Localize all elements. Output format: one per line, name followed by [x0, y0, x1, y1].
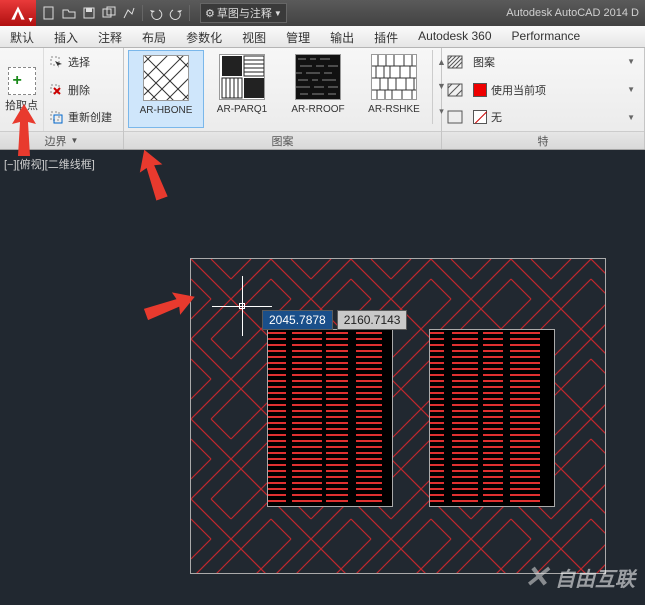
viewport-label[interactable]: [−][俯视][二维线框] [4, 156, 95, 172]
hatch-color-combo[interactable]: 使用当前项▼ [468, 80, 640, 100]
hatched-rect-1 [267, 329, 393, 507]
tab-autodesk360[interactable]: Autodesk 360 [408, 26, 501, 47]
tab-layout[interactable]: 布局 [132, 26, 176, 47]
panel-properties-title[interactable]: 特 [442, 131, 644, 149]
delete-icon [48, 82, 64, 98]
workspace-combo[interactable]: ⚙ 草图与注释 ▼ [200, 3, 287, 23]
tab-annotate[interactable]: 注释 [88, 26, 132, 47]
tab-parametric[interactable]: 参数化 [176, 26, 232, 47]
qat-new-icon[interactable] [40, 4, 58, 22]
tab-default[interactable]: 默认 [0, 26, 44, 47]
workspace-label: 草图与注释 [217, 5, 272, 21]
parq1-thumb-icon [219, 54, 265, 100]
chevron-down-icon: ▼ [71, 136, 79, 145]
app-logo[interactable]: ▼ [0, 0, 36, 26]
tab-performance[interactable]: Performance [502, 26, 591, 47]
quick-access-toolbar [36, 4, 196, 22]
chevron-down-icon: ▼ [627, 85, 635, 94]
qat-saveas-icon[interactable] [100, 4, 118, 22]
chevron-down-icon: ▼ [274, 9, 282, 18]
gear-icon: ⚙ [205, 7, 215, 20]
tab-plugins[interactable]: 插件 [364, 26, 408, 47]
qat-redo-icon[interactable] [167, 4, 185, 22]
pattern-swatch-ar-rroof[interactable]: AR-RROOF [280, 50, 356, 128]
pick-points-button[interactable]: + 拾取点 [0, 48, 44, 131]
panel-boundary: + 拾取点 选择 删除 重新创建 边界▼ [0, 48, 124, 149]
drawing-canvas[interactable]: [−][俯视][二维线框] 2045.7878 2160.7143 ✕ [0, 150, 645, 605]
hatch-color-icon [446, 82, 464, 98]
coord-x-input[interactable]: 2045.7878 [262, 310, 333, 330]
qat-open-icon[interactable] [60, 4, 78, 22]
recreate-icon [48, 109, 64, 125]
app-menu-chevron-icon: ▼ [27, 17, 34, 24]
pick-points-label: 拾取点 [5, 97, 38, 113]
tab-view[interactable]: 视图 [232, 26, 276, 47]
pattern-swatch-ar-hbone[interactable]: AR-HBONE [128, 50, 204, 128]
rroof-thumb-icon [295, 54, 341, 100]
watermark: ✕ 自由互联 [524, 560, 635, 595]
color-swatch-none-icon [473, 110, 487, 124]
watermark-x-icon: ✕ [524, 560, 549, 595]
hbone-thumb-icon [143, 55, 189, 101]
hatch-type-icon [446, 54, 464, 70]
chevron-down-icon: ▼ [627, 57, 635, 66]
hatched-rect-2 [429, 329, 555, 507]
hatch-type-combo[interactable]: 图案▼ [468, 52, 640, 72]
hatch-bg-icon [446, 109, 464, 125]
hatch-boundary-rect [190, 258, 606, 574]
coordinate-input: 2045.7878 2160.7143 [262, 310, 407, 330]
coord-y-input[interactable]: 2160.7143 [337, 310, 408, 330]
panel-boundary-title[interactable]: 边界▼ [0, 131, 123, 149]
recreate-boundary-button[interactable]: 重新创建 [44, 103, 123, 131]
chevron-down-icon: ▼ [627, 113, 635, 122]
tab-manage[interactable]: 管理 [276, 26, 320, 47]
window-title: Autodesk AutoCAD 2014 D [506, 7, 639, 19]
panel-pattern: AR-HBONE AR-PARQ1 AR-RROOF AR-RSHKE ▲ ▼ [124, 48, 442, 149]
rshke-thumb-icon [371, 54, 417, 100]
qat-undo-icon[interactable] [147, 4, 165, 22]
tab-output[interactable]: 输出 [320, 26, 364, 47]
select-boundary-button[interactable]: 选择 [44, 48, 123, 76]
panel-pattern-title[interactable]: 图案 [124, 131, 441, 149]
pick-points-icon: + [8, 67, 36, 95]
delete-boundary-button[interactable]: 删除 [44, 76, 123, 104]
qat-plot-icon[interactable] [120, 4, 138, 22]
color-swatch-red-icon [473, 83, 487, 97]
pattern-swatch-ar-parq1[interactable]: AR-PARQ1 [204, 50, 280, 128]
menubar: 默认 插入 注释 布局 参数化 视图 管理 输出 插件 Autodesk 360… [0, 26, 645, 48]
hatch-bg-combo[interactable]: 无▼ [468, 107, 640, 127]
tab-insert[interactable]: 插入 [44, 26, 88, 47]
select-icon [48, 54, 64, 70]
panel-properties: 图案▼ 使用当前项▼ 无▼ 特 [442, 48, 645, 149]
pattern-swatch-ar-rshke[interactable]: AR-RSHKE [356, 50, 432, 128]
qat-save-icon[interactable] [80, 4, 98, 22]
